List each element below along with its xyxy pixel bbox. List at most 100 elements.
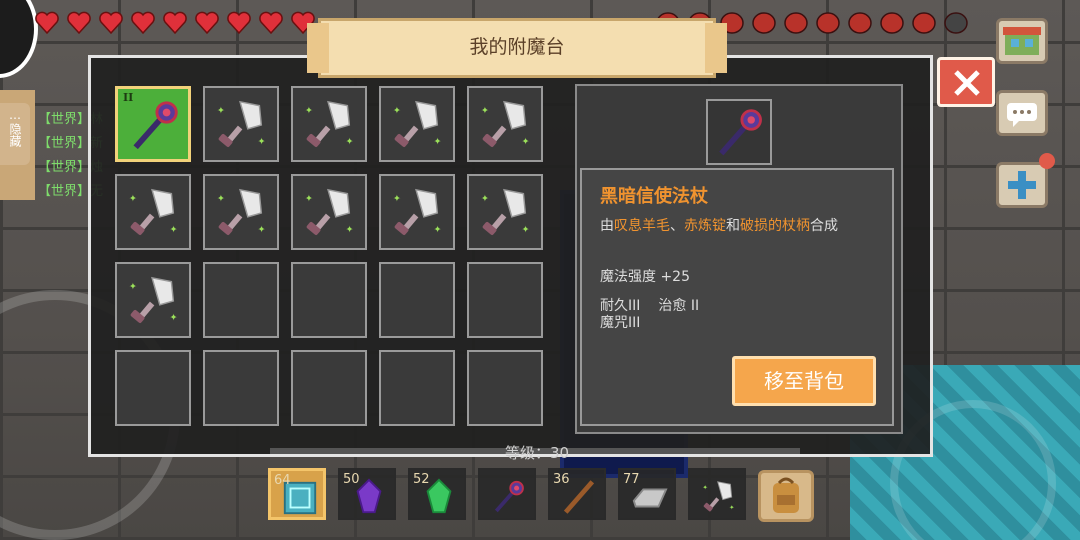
heart-icon	[163, 11, 187, 35]
item-detail-card: 黑暗信使法杖 由叹息羊毛、赤炼锭和破损的杖柄合成 魔法强度 +25 耐久III 治…	[580, 168, 894, 426]
shovel-icon: ✦✦	[481, 188, 530, 235]
shovel-icon: ✦✦	[393, 188, 442, 235]
item-count: 64	[274, 473, 291, 488]
inventory-slot-shovel[interactable]: ✦ ✦	[467, 86, 543, 162]
inventory-slot-shovel[interactable]: ✦ ✦	[291, 174, 367, 250]
empty-slot[interactable]	[467, 350, 543, 426]
item-stat: 魔法强度 +25	[600, 269, 690, 285]
svg-text:✦: ✦	[393, 193, 401, 204]
svg-text:✦: ✦	[129, 281, 137, 292]
svg-text:✦: ✦	[481, 105, 489, 116]
svg-text:✦: ✦	[729, 505, 735, 512]
hotbar-slot-staff[interactable]	[478, 468, 536, 520]
empty-slot[interactable]	[291, 262, 367, 338]
svg-text:✦: ✦	[345, 136, 353, 147]
heart-icon	[99, 11, 123, 35]
close-icon	[954, 70, 980, 96]
shovel-icon: ✦✦	[393, 100, 442, 147]
svg-text:✦: ✦	[305, 193, 313, 204]
shovel-icon: ✦✦	[129, 276, 178, 323]
svg-text:✦: ✦	[393, 105, 401, 116]
heart-icon	[195, 11, 219, 35]
item-recipe: 由叹息羊毛、赤炼锭和破损的杖柄合成	[600, 218, 838, 234]
svg-text:✦: ✦	[521, 136, 529, 147]
inventory-slot-shovel[interactable]: ✦ ✦	[379, 86, 455, 162]
item-name: 黑暗信使法杖	[600, 186, 708, 207]
heart-icon	[35, 11, 59, 35]
inventory-slot-shovel[interactable]: ✦ ✦	[291, 86, 367, 162]
add-button[interactable]	[996, 153, 1055, 208]
enchantment: 耐久III	[600, 298, 641, 314]
enchant-level-badge: II	[123, 91, 134, 104]
hotbar-slot-green-crystal[interactable]: 52	[408, 468, 466, 520]
shovel-icon: ✦✦	[305, 188, 354, 235]
page-title: 我的附魔台	[307, 18, 727, 78]
svg-text:✦: ✦	[169, 312, 177, 323]
hotbar-slot-shovel[interactable]: ✦ ✦	[688, 468, 746, 520]
heart-icon	[259, 11, 283, 35]
inventory-slot-shovel[interactable]: ✦ ✦	[203, 86, 279, 162]
shovel-icon: ✦✦	[217, 100, 266, 147]
enchantment: 治愈 II	[658, 298, 700, 314]
inventory-slot-shovel[interactable]: ✦ ✦	[467, 174, 543, 250]
inventory-slot-shovel[interactable]: ✦ ✦	[379, 174, 455, 250]
staff-icon	[494, 480, 524, 513]
hotbar: 64 50 52 36 77 ✦ ✦	[268, 468, 746, 520]
empty-slot[interactable]	[115, 350, 191, 426]
inventory-slot-shovel[interactable]: ✦ ✦	[115, 174, 191, 250]
svg-text:✦: ✦	[345, 224, 353, 235]
food-icon	[944, 12, 968, 34]
empty-slot[interactable]	[203, 350, 279, 426]
svg-text:✦: ✦	[217, 193, 225, 204]
plus-icon	[1008, 171, 1036, 199]
svg-text:✦: ✦	[521, 224, 529, 235]
svg-text:✦: ✦	[257, 224, 265, 235]
backpack-button[interactable]	[758, 470, 814, 522]
item-count: 52	[413, 472, 430, 487]
backpack-icon	[773, 477, 799, 513]
move-to-backpack-button[interactable]: 移至背包	[732, 356, 876, 406]
food-icon	[848, 12, 872, 34]
shop-icon	[1003, 27, 1041, 55]
svg-text:✦: ✦	[257, 136, 265, 147]
empty-slot[interactable]	[379, 350, 455, 426]
svg-text:✦: ✦	[217, 105, 225, 116]
speech-bubble-icon	[1007, 103, 1037, 127]
shovel-icon: ✦✦	[481, 100, 530, 147]
empty-slot[interactable]	[467, 262, 543, 338]
empty-slot[interactable]	[203, 262, 279, 338]
staff-icon	[719, 109, 762, 156]
inventory-slot-shovel[interactable]: ✦ ✦	[203, 174, 279, 250]
hotbar-slot-cyan-block[interactable]: 64	[268, 468, 326, 520]
notification-dot	[1039, 153, 1055, 169]
hotbar-slot-purple-crystal[interactable]: 50	[338, 468, 396, 520]
shop-button[interactable]	[996, 18, 1048, 64]
food-icon	[912, 12, 936, 34]
inventory-slot-shovel[interactable]: ✦ ✦	[115, 262, 191, 338]
heart-icon	[227, 11, 251, 35]
inventory-slot-staff[interactable]: II	[115, 86, 191, 162]
shovel-icon: ✦✦	[305, 100, 354, 147]
hide-chat-button[interactable]: … 隐藏	[0, 103, 30, 165]
heart-icon	[131, 11, 155, 35]
shovel-icon: ✦✦	[217, 188, 266, 235]
heart-icon	[67, 11, 91, 35]
item-count: 36	[553, 472, 570, 487]
shovel-icon: ✦✦	[129, 188, 178, 235]
hotbar-slot-iron-ingot[interactable]: 77	[618, 468, 676, 520]
svg-text:✦: ✦	[169, 224, 177, 235]
empty-slot[interactable]	[379, 262, 455, 338]
item-count: 50	[343, 472, 360, 487]
chat-icon: …	[9, 108, 21, 122]
food-icon	[784, 12, 808, 34]
empty-slot[interactable]	[291, 350, 367, 426]
svg-text:✦: ✦	[433, 136, 441, 147]
food-icon	[880, 12, 904, 34]
food-icon	[816, 12, 840, 34]
svg-text:✦: ✦	[433, 224, 441, 235]
close-button[interactable]	[937, 57, 995, 107]
selected-item-preview	[706, 99, 772, 165]
svg-text:✦: ✦	[481, 193, 489, 204]
chat-button[interactable]	[996, 90, 1048, 136]
hotbar-slot-stick[interactable]: 36	[548, 468, 606, 520]
